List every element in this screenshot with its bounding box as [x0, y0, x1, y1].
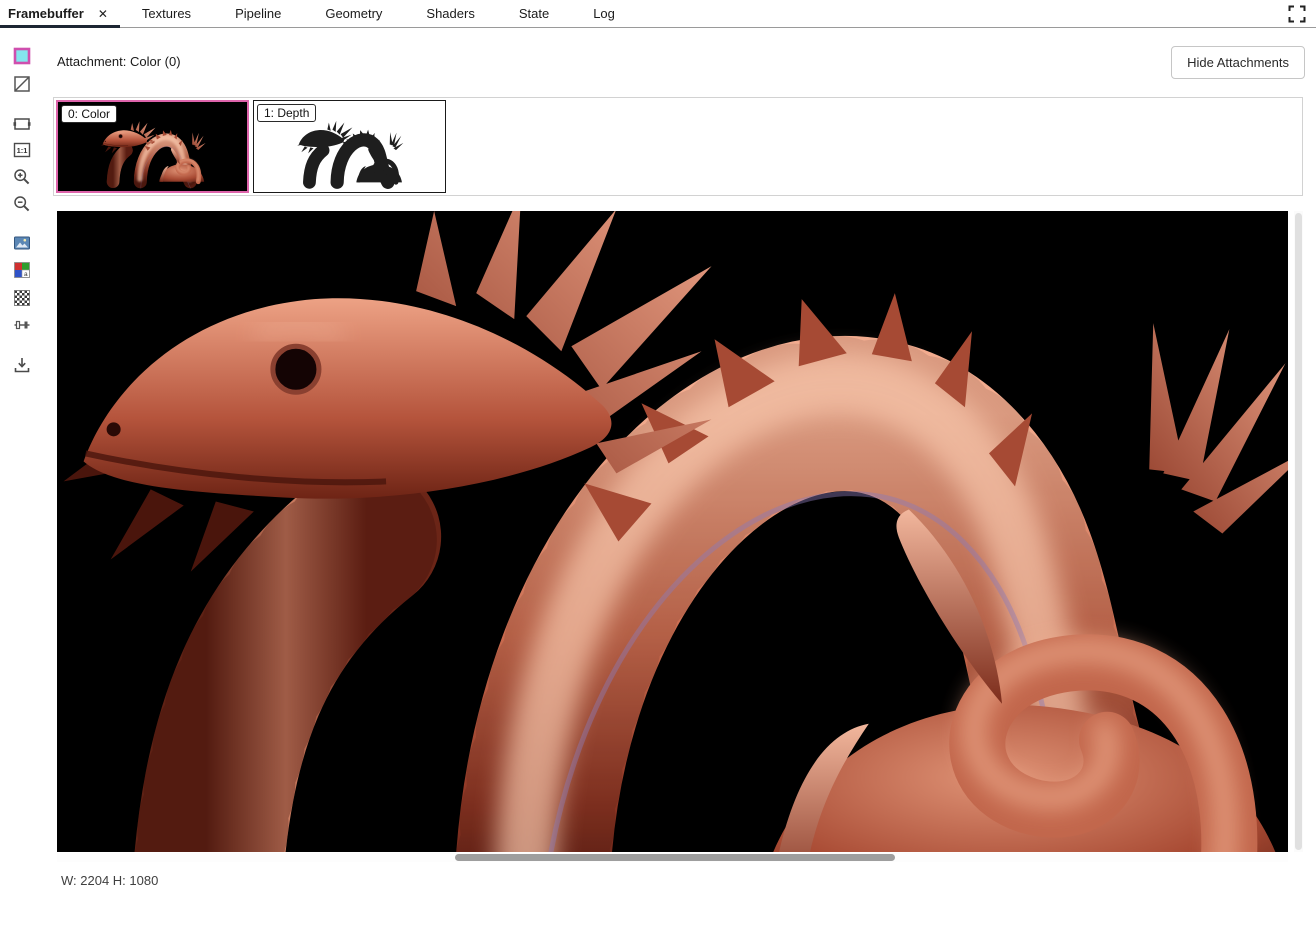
no-alpha-background-icon — [12, 74, 32, 94]
zoom-in-icon — [12, 167, 32, 187]
tab-shaders[interactable]: Shaders — [404, 0, 496, 27]
actual-size-label: 1:1 — [17, 146, 28, 155]
tab-label: State — [519, 6, 549, 21]
show-image-button[interactable] — [10, 231, 34, 255]
tab-label: Pipeline — [235, 6, 281, 21]
horizontal-scrollbar-thumb[interactable] — [455, 854, 895, 861]
framebuffer-viewport[interactable] — [57, 211, 1288, 852]
svg-text:a: a — [24, 271, 28, 278]
fullscreen-icon[interactable] — [1288, 5, 1306, 23]
tab-label: Geometry — [325, 6, 382, 21]
background-color-swatch-icon — [12, 46, 32, 66]
save-image-button[interactable] — [10, 353, 34, 377]
tab-label: Textures — [142, 6, 191, 21]
zoom-out-button[interactable] — [10, 192, 34, 216]
attachment-thumb-depth[interactable]: 1: Depth — [253, 100, 446, 193]
tab-label: Framebuffer — [8, 6, 84, 21]
tab-log[interactable]: Log — [571, 0, 637, 27]
fit-to-window-button[interactable] — [10, 112, 34, 136]
vertical-scrollbar[interactable] — [1294, 211, 1303, 852]
tab-label: Shaders — [426, 6, 474, 21]
no-alpha-background-button[interactable] — [10, 72, 34, 96]
tab-textures[interactable]: Textures — [120, 0, 213, 27]
vertical-scrollbar-thumb[interactable] — [1295, 213, 1302, 850]
alpha-checkerboard-button[interactable] — [10, 286, 34, 310]
actual-size-icon: 1:1 — [12, 140, 32, 160]
value-range-button[interactable] — [10, 313, 34, 337]
tab-bar: Framebuffer ✕ Textures Pipeline Geometry… — [0, 0, 1316, 28]
save-download-icon — [12, 355, 32, 375]
fit-to-window-icon — [12, 114, 32, 134]
attachment-header-label: Attachment: Color (0) — [57, 54, 181, 69]
viewer-toolbar: 1:1 a — [0, 28, 44, 925]
expand-corners-icon — [1288, 5, 1306, 23]
horizontal-scrollbar[interactable] — [57, 853, 1288, 862]
zoom-in-button[interactable] — [10, 165, 34, 189]
image-icon — [12, 233, 32, 253]
tab-pipeline[interactable]: Pipeline — [213, 0, 303, 27]
rgba-channels-icon: a — [12, 260, 32, 280]
hide-attachments-button[interactable]: Hide Attachments — [1171, 46, 1305, 79]
tab-framebuffer[interactable]: Framebuffer ✕ — [0, 0, 120, 27]
attachments-strip: 0: Color 1: Depth — [53, 97, 1303, 196]
checkerboard-icon — [12, 288, 32, 308]
tab-state[interactable]: State — [497, 0, 571, 27]
tab-geometry[interactable]: Geometry — [303, 0, 404, 27]
zoom-out-icon — [12, 194, 32, 214]
background-color-swatch-button[interactable] — [10, 44, 34, 68]
range-slider-icon — [12, 315, 32, 335]
actual-size-button[interactable]: 1:1 — [10, 138, 34, 162]
tab-label: Log — [593, 6, 615, 21]
attachment-thumb-color[interactable]: 0: Color — [56, 100, 249, 193]
attachment-label: 1: Depth — [257, 104, 316, 122]
rgba-channels-button[interactable]: a — [10, 258, 34, 282]
attachment-label: 0: Color — [61, 105, 117, 123]
framebuffer-size-label: W: 2204 H: 1080 — [61, 873, 158, 888]
framebuffer-image — [57, 211, 1288, 852]
close-tab-icon[interactable]: ✕ — [98, 7, 108, 21]
